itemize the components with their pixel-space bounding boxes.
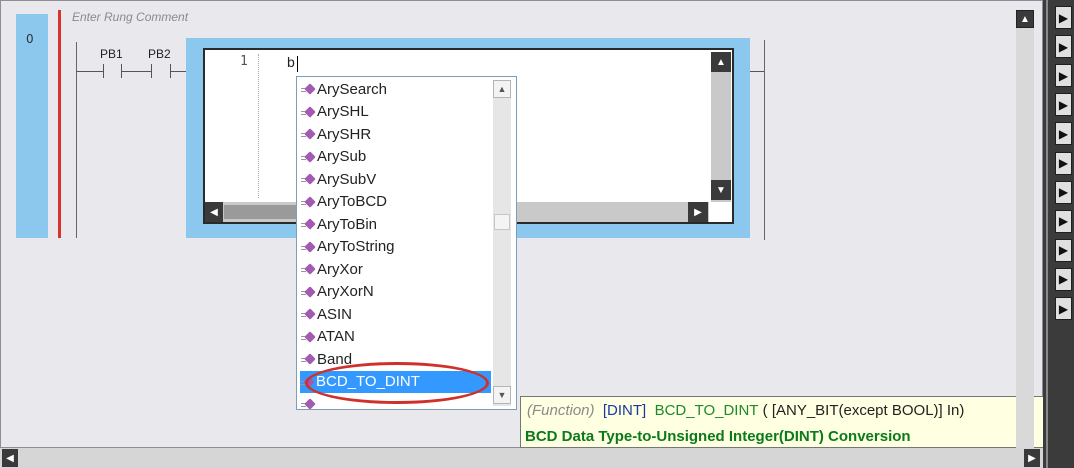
canvas-scroll-up-icon[interactable]: ▲ bbox=[1016, 10, 1034, 28]
function-icon bbox=[301, 172, 316, 186]
scroll-up-icon[interactable]: ▲ bbox=[493, 80, 511, 98]
expand-right-icon[interactable]: ▶ bbox=[1055, 151, 1072, 175]
left-power-rail bbox=[58, 10, 61, 238]
scroll-left-icon[interactable]: ◀ bbox=[205, 202, 223, 222]
function-icon bbox=[301, 397, 316, 409]
st-typed-text[interactable]: b bbox=[287, 54, 295, 70]
canvas-horizontal-scrollbar[interactable] bbox=[0, 448, 1043, 468]
scroll-down-icon[interactable]: ▼ bbox=[493, 386, 511, 404]
autocomplete-item[interactable]: ArySHR bbox=[301, 123, 491, 145]
tooltip-return-type: [DINT] bbox=[602, 402, 647, 419]
autocomplete-item[interactable]: AryXor bbox=[301, 258, 491, 280]
autocomplete-list[interactable]: ArySearch ArySHL ArySHR ArySub ArySubV AryToB… bbox=[296, 76, 517, 410]
autocomplete-item[interactable]: ATAN bbox=[301, 326, 491, 348]
st-line-number: 1 bbox=[240, 54, 248, 69]
expand-right-icon[interactable]: ▶ bbox=[1055, 180, 1072, 204]
highlight-annotation-ellipse bbox=[305, 362, 489, 404]
st-editor-horizontal-scroll-thumb[interactable] bbox=[224, 205, 296, 219]
function-icon bbox=[301, 262, 316, 276]
autocomplete-item-label: AryToBin bbox=[317, 215, 378, 233]
autocomplete-item[interactable]: AryToString bbox=[301, 236, 491, 258]
scroll-left-icon[interactable]: ◀ bbox=[2, 449, 18, 467]
expand-right-icon[interactable]: ▶ bbox=[1055, 93, 1072, 117]
function-icon bbox=[301, 105, 316, 119]
scroll-up-icon[interactable]: ▲ bbox=[711, 52, 731, 72]
autocomplete-item-label: AryXorN bbox=[317, 283, 374, 300]
autocomplete-item-label: ArySub bbox=[317, 148, 367, 165]
contact-pb1-left[interactable] bbox=[103, 64, 104, 78]
function-icon bbox=[301, 195, 316, 209]
st-gutter-separator bbox=[258, 54, 259, 198]
expand-right-icon[interactable]: ▶ bbox=[1055, 35, 1072, 59]
tooltip-function-name: BCD_TO_DINT bbox=[654, 402, 759, 419]
autocomplete-item[interactable]: AryXorN bbox=[301, 281, 491, 303]
function-icon bbox=[301, 217, 316, 231]
autocomplete-scroll-thumb[interactable] bbox=[494, 214, 510, 230]
function-icon bbox=[301, 352, 316, 366]
autocomplete-item-label: AryToBCD bbox=[317, 193, 388, 210]
autocomplete-item-label: ArySHR bbox=[317, 125, 372, 143]
contact-label-pb2: PB2 bbox=[148, 47, 171, 61]
ladder-wire bbox=[76, 71, 103, 72]
ladder-right-bus bbox=[764, 40, 765, 240]
autocomplete-item-label: ArySearch bbox=[317, 80, 388, 98]
autocomplete-item-label: AryToString bbox=[317, 238, 395, 255]
expand-right-icon[interactable]: ▶ bbox=[1055, 64, 1072, 88]
function-icon bbox=[301, 307, 316, 321]
expand-right-icon[interactable]: ▶ bbox=[1055, 122, 1072, 146]
text-caret bbox=[297, 56, 298, 72]
autocomplete-item-label: ASIN bbox=[317, 305, 353, 323]
function-icon bbox=[301, 240, 316, 254]
function-icon bbox=[301, 82, 316, 96]
tooltip-arguments: ( [ANY_BIT(except BOOL)] In) bbox=[762, 402, 965, 419]
autocomplete-item-label: ArySubV bbox=[317, 170, 377, 188]
ladder-wire bbox=[121, 71, 151, 72]
rung-comment-field[interactable]: Enter Rung Comment bbox=[72, 10, 188, 24]
autocomplete-item[interactable]: ArySHL bbox=[301, 101, 491, 123]
contact-pb2-left[interactable] bbox=[151, 64, 152, 78]
autocomplete-item[interactable]: ASIN bbox=[301, 303, 491, 325]
autocomplete-item[interactable]: AryToBin bbox=[301, 213, 491, 235]
autocomplete-item[interactable]: ArySearch bbox=[301, 78, 491, 100]
rung-number: 0 bbox=[26, 32, 34, 46]
autocomplete-scrollbar[interactable] bbox=[493, 80, 511, 406]
expand-right-icon[interactable]: ▶ bbox=[1055, 238, 1072, 262]
autocomplete-item-label: AryXor bbox=[317, 260, 363, 278]
tooltip-kind: (Function) bbox=[527, 402, 595, 419]
ladder-wire bbox=[170, 71, 186, 72]
autocomplete-item-label: ArySHL bbox=[317, 103, 369, 120]
function-icon bbox=[301, 150, 316, 164]
autocomplete-item[interactable]: AryToBCD bbox=[301, 191, 491, 213]
tooltip-signature: (Function) [DINT] BCD_TO_DINT ( [ANY_BIT… bbox=[527, 402, 964, 419]
autocomplete-item[interactable]: ArySubV bbox=[301, 168, 491, 190]
scroll-right-icon[interactable]: ▶ bbox=[688, 202, 708, 222]
function-icon bbox=[301, 127, 316, 141]
function-icon bbox=[301, 330, 316, 344]
contact-label-pb1: PB1 bbox=[100, 47, 123, 61]
scroll-right-icon[interactable]: ▶ bbox=[1024, 449, 1040, 467]
tooltip-description: BCD Data Type-to-Unsigned Integer(DINT) … bbox=[525, 428, 911, 445]
expand-right-icon[interactable]: ▶ bbox=[1055, 267, 1072, 291]
ladder-wire bbox=[750, 71, 765, 72]
scroll-down-icon[interactable]: ▼ bbox=[711, 180, 731, 200]
expand-right-icon[interactable]: ▶ bbox=[1055, 6, 1072, 29]
autocomplete-item-label: ATAN bbox=[317, 328, 355, 345]
function-tooltip: (Function) [DINT] BCD_TO_DINT ( [ANY_BIT… bbox=[520, 396, 1044, 448]
function-icon bbox=[301, 285, 316, 299]
toolbar-divider bbox=[1046, 0, 1048, 468]
expand-right-icon[interactable]: ▶ bbox=[1055, 209, 1072, 233]
expand-right-icon[interactable]: ▶ bbox=[1055, 297, 1072, 320]
canvas-vertical-scrollbar[interactable] bbox=[1016, 28, 1034, 448]
autocomplete-item[interactable]: ArySub bbox=[301, 146, 491, 168]
rung-number-cell[interactable]: 0 bbox=[16, 14, 48, 238]
